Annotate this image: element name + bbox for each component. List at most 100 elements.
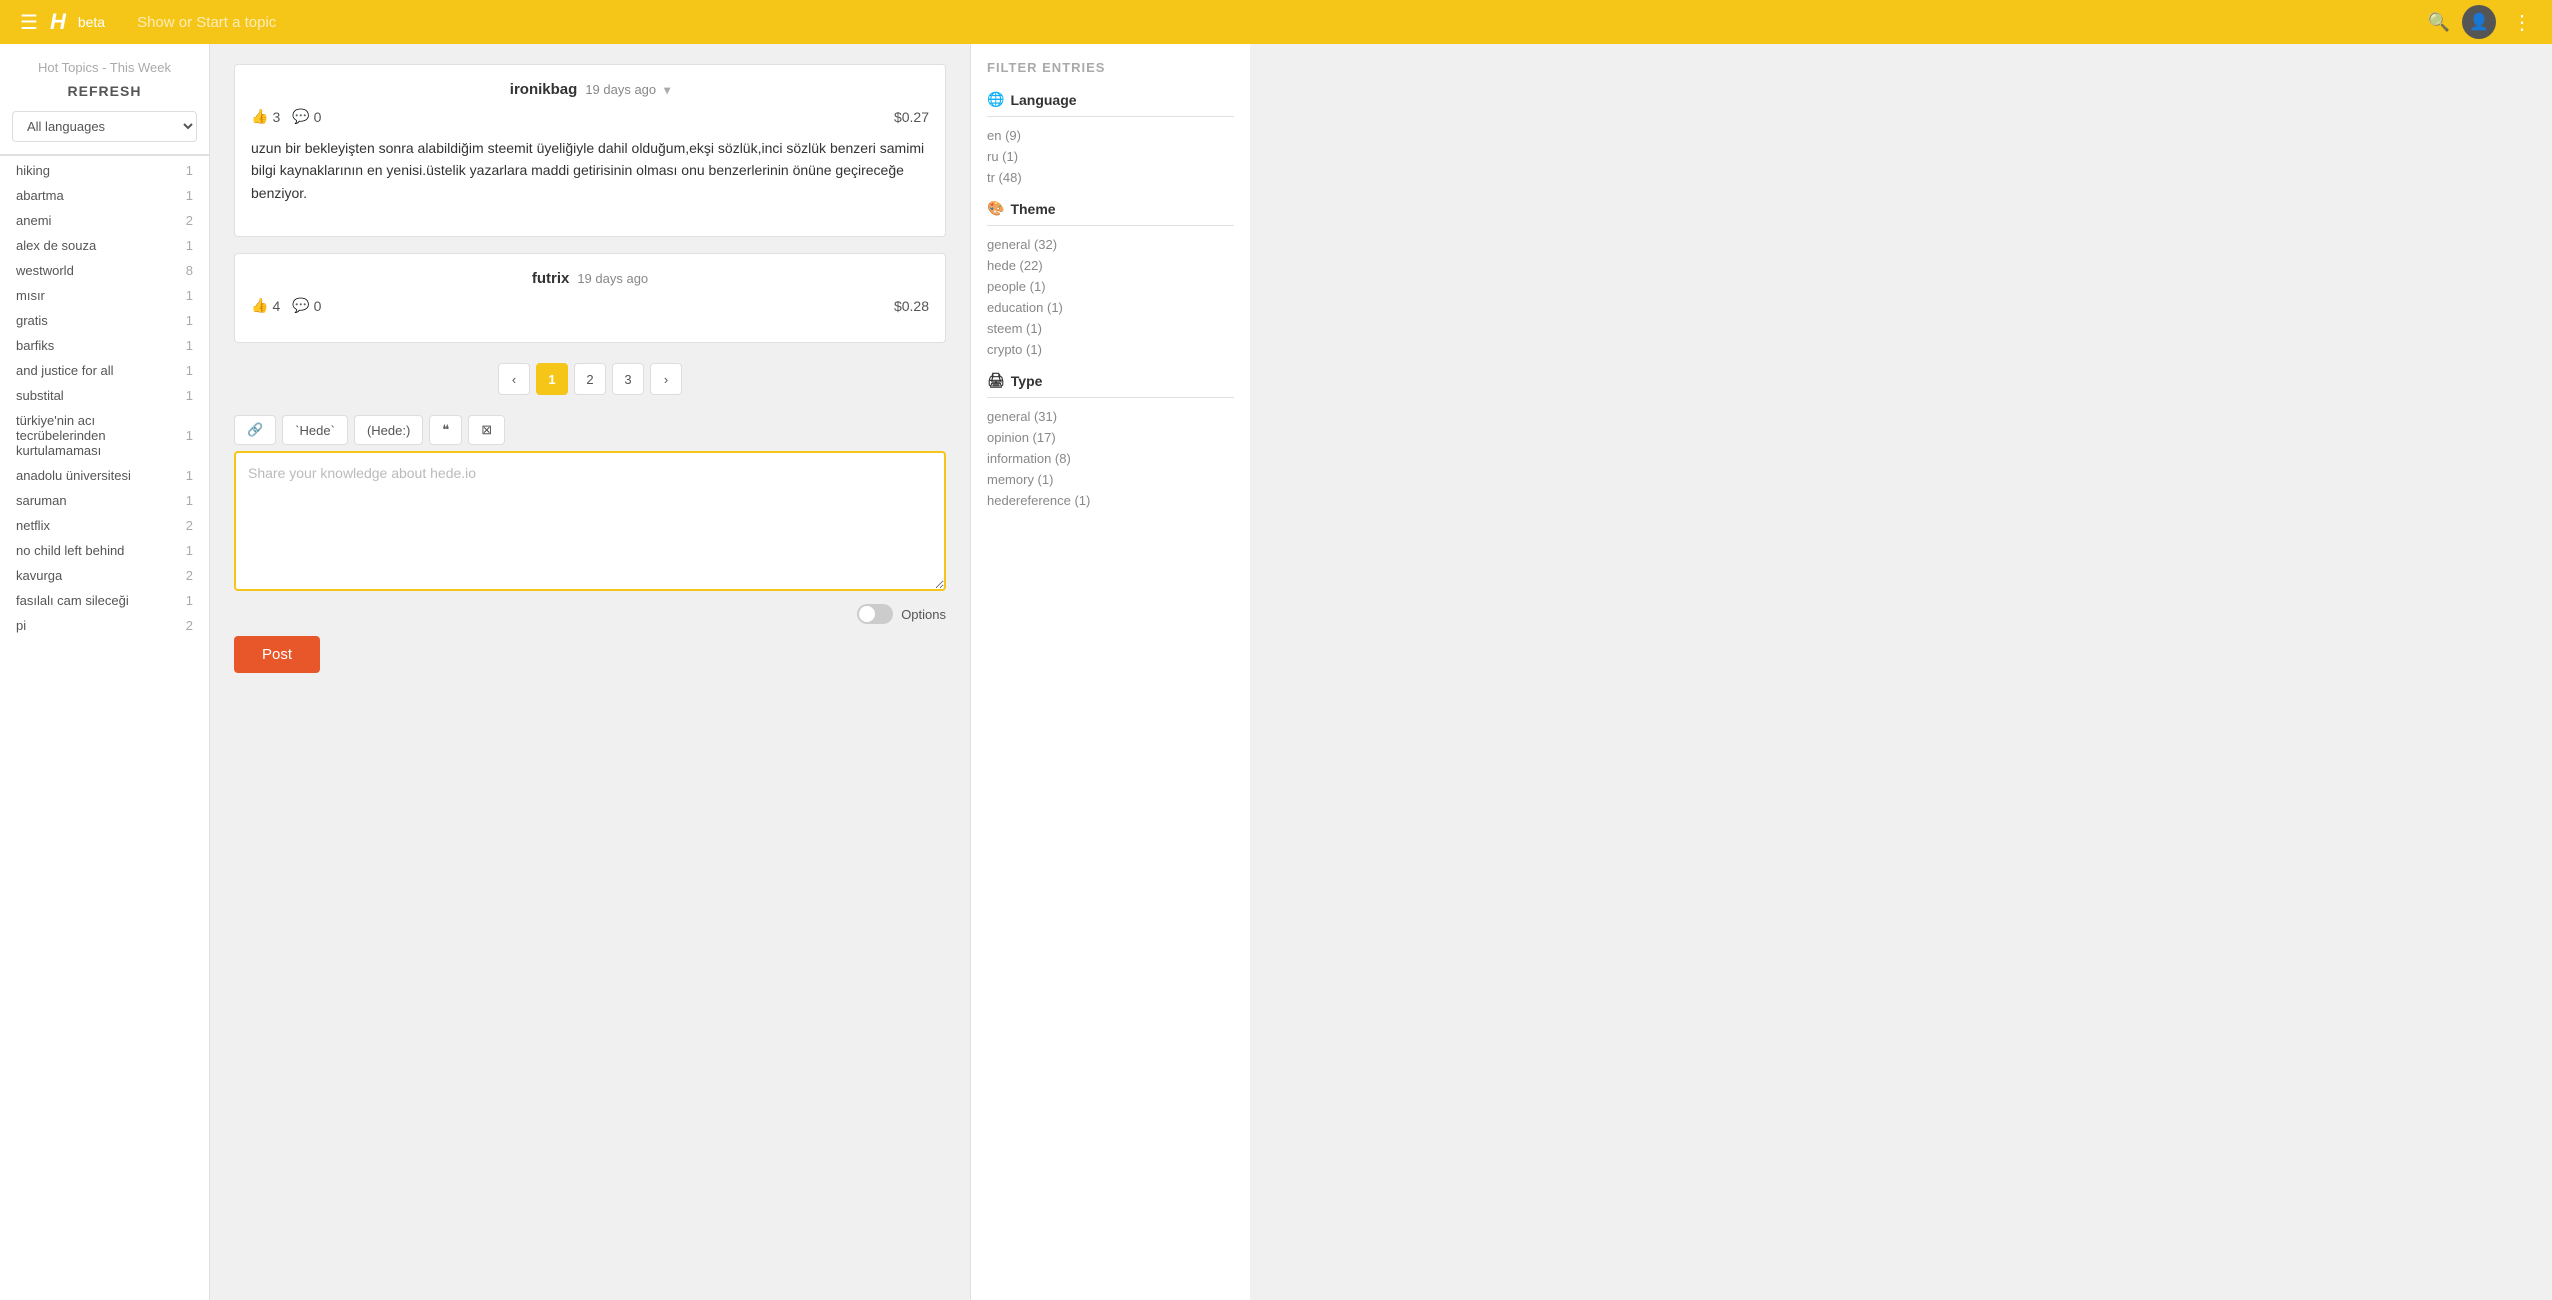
editor-image-button[interactable]: ⊠ — [468, 415, 505, 445]
page-button-2[interactable]: 2 — [574, 363, 606, 395]
filter-type-items: general (31)opinion (17)information (8)m… — [987, 406, 1234, 511]
sidebar-item-13[interactable]: netflix2 — [0, 513, 209, 538]
sidebar-item-count-17: 2 — [186, 618, 193, 633]
sidebar-item-label-5: mısır — [16, 288, 45, 303]
editor-textarea[interactable] — [234, 451, 946, 591]
filter-type-item-4[interactable]: hedereference (1) — [987, 490, 1234, 511]
collapse-button-1[interactable]: ▾ — [664, 83, 670, 97]
filter-theme-item-0[interactable]: general (32) — [987, 234, 1234, 255]
sidebar-item-9[interactable]: substital1 — [0, 383, 209, 408]
filter-lang-item-0[interactable]: en (9) — [987, 125, 1234, 146]
search-icon[interactable]: 🔍 — [2428, 12, 2450, 33]
prev-page-button[interactable]: ‹ — [498, 363, 530, 395]
sidebar-item-count-3: 1 — [186, 238, 193, 253]
filter-lang-item-1[interactable]: ru (1) — [987, 146, 1234, 167]
comment-icon-1: 💬 — [292, 108, 309, 125]
sidebar-item-count-8: 1 — [186, 363, 193, 378]
editor-quote-button[interactable]: ❝ — [429, 415, 462, 445]
page-button-3[interactable]: 3 — [612, 363, 644, 395]
sidebar-item-count-16: 1 — [186, 593, 193, 608]
options-label: Options — [901, 607, 946, 622]
sidebar-item-8[interactable]: and justice for all1 — [0, 358, 209, 383]
next-page-button[interactable]: › — [650, 363, 682, 395]
post-time-1: 19 days ago — [585, 82, 656, 97]
likes-count-1: 3 — [272, 109, 280, 125]
filter-theme-item-4[interactable]: steem (1) — [987, 318, 1234, 339]
filter-type-item-0[interactable]: general (31) — [987, 406, 1234, 427]
filter-theme-item-3[interactable]: education (1) — [987, 297, 1234, 318]
filter-type-item-2[interactable]: information (8) — [987, 448, 1234, 469]
sidebar-item-6[interactable]: gratis1 — [0, 308, 209, 333]
sidebar-item-4[interactable]: westworld8 — [0, 258, 209, 283]
more-options-icon[interactable]: ⋮ — [2512, 10, 2532, 35]
language-select[interactable]: All languages — [12, 111, 197, 142]
sidebar-item-5[interactable]: mısır1 — [0, 283, 209, 308]
sidebar-item-17[interactable]: pi2 — [0, 613, 209, 638]
sidebar-item-count-12: 1 — [186, 493, 193, 508]
sidebar-item-3[interactable]: alex de souza1 — [0, 233, 209, 258]
sidebar-item-0[interactable]: hiking1 — [0, 158, 209, 183]
language-icon: 🌐 — [987, 91, 1004, 108]
editor-toolbar: 🔗 `Hede` (Hede:) ❝ ⊠ — [234, 415, 946, 445]
post-button[interactable]: Post — [234, 636, 320, 673]
sidebar-item-count-10: 1 — [186, 428, 193, 443]
thumb-icon-2: 👍 — [251, 297, 268, 314]
page-button-1[interactable]: 1 — [536, 363, 568, 395]
sidebar-item-label-10: türkiye'nin acı tecrübelerinden kurtulam… — [16, 413, 186, 458]
pagination: ‹ 1 2 3 › — [234, 363, 946, 395]
filter-theme-item-1[interactable]: hede (22) — [987, 255, 1234, 276]
menu-icon[interactable]: ☰ — [20, 10, 38, 35]
editor-link-button[interactable]: 🔗 — [234, 415, 276, 445]
sidebar-item-label-13: netflix — [16, 518, 50, 533]
avatar[interactable]: 👤 — [2462, 5, 2496, 39]
sidebar-item-2[interactable]: anemi2 — [0, 208, 209, 233]
filter-type-item-3[interactable]: memory (1) — [987, 469, 1234, 490]
filter-theme-label: Theme — [1010, 201, 1055, 217]
post-meta-left-2: 👍 4 💬 0 — [251, 297, 321, 314]
filter-type-label: Type — [1011, 373, 1043, 389]
options-switch[interactable] — [857, 604, 893, 624]
refresh-button[interactable]: REFRESH — [0, 83, 209, 99]
app-layout: Hot Topics - This Week REFRESH All langu… — [0, 44, 2552, 1300]
filter-divider-3 — [987, 397, 1234, 398]
options-toggle: Options — [857, 604, 946, 624]
sidebar-item-15[interactable]: kavurga2 — [0, 563, 209, 588]
sidebar-item-1[interactable]: abartma1 — [0, 183, 209, 208]
editor-hede-paren-button[interactable]: (Hede:) — [354, 415, 423, 445]
filter-theme-item-2[interactable]: people (1) — [987, 276, 1234, 297]
filter-language-items: en (9)ru (1)tr (48) — [987, 125, 1234, 188]
filter-panel: FILTER ENTRIES 🌐 Language en (9)ru (1)tr… — [970, 44, 1250, 1300]
filter-title: FILTER ENTRIES — [987, 60, 1234, 75]
sidebar-item-16[interactable]: fasılalı cam sileceği 1 — [0, 588, 209, 613]
sidebar: Hot Topics - This Week REFRESH All langu… — [0, 44, 210, 1300]
sidebar-item-11[interactable]: anadolu üniversitesi1 — [0, 463, 209, 488]
post-body-1: uzun bir bekleyişten sonra alabildiğim s… — [251, 137, 929, 204]
post-price-2: $0.28 — [894, 298, 929, 314]
sidebar-item-12[interactable]: saruman1 — [0, 488, 209, 513]
filter-language-section: 🌐 Language — [987, 91, 1234, 108]
post-author-1: ironikbag — [510, 81, 578, 98]
filter-lang-item-2[interactable]: tr (48) — [987, 167, 1234, 188]
post-header-2: futrix 19 days ago — [251, 270, 929, 287]
post-meta-2: 👍 4 💬 0 $0.28 — [251, 297, 929, 314]
post-meta-left-1: 👍 3 💬 0 — [251, 108, 321, 125]
filter-type-item-1[interactable]: opinion (17) — [987, 427, 1234, 448]
sidebar-item-label-4: westworld — [16, 263, 74, 278]
filter-divider-2 — [987, 225, 1234, 226]
filter-theme-item-5[interactable]: crypto (1) — [987, 339, 1234, 360]
sidebar-item-count-15: 2 — [186, 568, 193, 583]
sidebar-item-label-2: anemi — [16, 213, 51, 228]
sidebar-item-14[interactable]: no child left behind1 — [0, 538, 209, 563]
filter-divider-1 — [987, 116, 1234, 117]
likes-2: 👍 4 — [251, 297, 280, 314]
sidebar-section-title: Hot Topics - This Week — [0, 60, 209, 83]
sidebar-item-label-11: anadolu üniversitesi — [16, 468, 131, 483]
sidebar-item-10[interactable]: türkiye'nin acı tecrübelerinden kurtulam… — [0, 408, 209, 463]
post-card-1: ironikbag 19 days ago ▾ 👍 3 💬 0 $0.27 — [234, 64, 946, 237]
sidebar-item-7[interactable]: barfiks1 — [0, 333, 209, 358]
post-author-2: futrix — [532, 270, 570, 287]
sidebar-item-label-16: fasılalı cam sileceği — [16, 593, 129, 608]
editor-hede-button[interactable]: `Hede` — [282, 415, 348, 445]
search-input[interactable] — [137, 14, 2396, 31]
comments-count-2: 0 — [314, 298, 322, 314]
